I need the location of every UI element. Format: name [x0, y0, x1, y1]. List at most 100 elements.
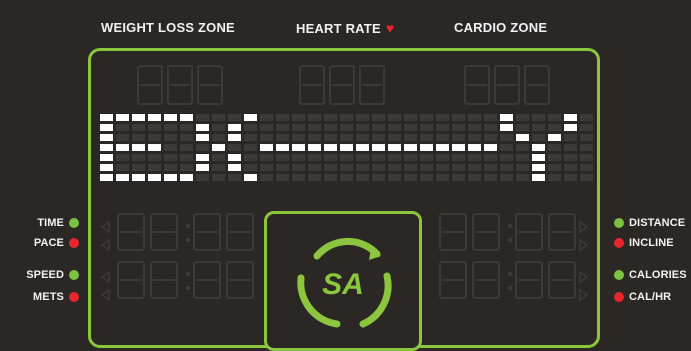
matrix-led-off: [228, 174, 241, 181]
matrix-led-off: [372, 164, 385, 171]
matrix-led-off: [324, 124, 337, 131]
incline-indicator: INCLINE: [614, 236, 674, 250]
matrix-led-off: [372, 174, 385, 181]
matrix-led-off: [372, 124, 385, 131]
matrix-led-off: [388, 154, 401, 161]
matrix-led-on: [548, 134, 561, 141]
speed-led-icon: [69, 270, 79, 280]
matrix-led-off: [212, 134, 225, 141]
matrix-led-on: [132, 114, 145, 121]
matrix-led-on: [132, 144, 145, 151]
matrix-led-off: [372, 134, 385, 141]
matrix-led-off: [580, 114, 593, 121]
matrix-led-off: [212, 174, 225, 181]
matrix-led-off: [548, 154, 561, 161]
matrix-led-off: [148, 134, 161, 141]
matrix-led-off: [420, 164, 433, 171]
calories-indicator: CALORIES: [614, 268, 687, 282]
matrix-led-off: [404, 164, 417, 171]
matrix-led-off: [260, 164, 273, 171]
matrix-led-off: [308, 164, 321, 171]
matrix-led-off: [548, 174, 561, 181]
right-arrow-icon: [579, 220, 589, 234]
matrix-led-off: [196, 174, 209, 181]
matrix-led-off: [388, 134, 401, 141]
matrix-led-off: [500, 144, 513, 151]
matrix-led-off: [500, 134, 513, 141]
matrix-led-off: [564, 154, 577, 161]
matrix-led-off: [468, 114, 481, 121]
matrix-led-off: [244, 154, 257, 161]
matrix-led-off: [564, 174, 577, 181]
matrix-led-off: [500, 154, 513, 161]
matrix-led-off: [148, 154, 161, 161]
matrix-led-off: [548, 114, 561, 121]
matrix-led-on: [148, 114, 161, 121]
matrix-led-off: [436, 164, 449, 171]
matrix-led-on: [116, 174, 129, 181]
brand-logo: SA: [297, 237, 392, 328]
matrix-led-on: [100, 124, 113, 131]
matrix-led-on: [452, 144, 465, 151]
matrix-led-on: [228, 164, 241, 171]
matrix-led-off: [116, 164, 129, 171]
distance-indicator: DISTANCE: [614, 216, 685, 230]
matrix-led-off: [132, 134, 145, 141]
matrix-led-off: [308, 154, 321, 161]
matrix-led-on: [292, 144, 305, 151]
matrix-led-off: [532, 124, 545, 131]
matrix-led-off: [260, 134, 273, 141]
matrix-led-off: [116, 154, 129, 161]
matrix-led-off: [324, 164, 337, 171]
matrix-led-off: [132, 124, 145, 131]
matrix-led-on: [532, 174, 545, 181]
matrix-led-on: [484, 144, 497, 151]
matrix-led-off: [276, 134, 289, 141]
pace-led-icon: [69, 238, 79, 248]
matrix-led-off: [164, 144, 177, 151]
matrix-led-off: [244, 134, 257, 141]
time-indicator: TIME: [37, 216, 79, 230]
matrix-led-off: [484, 114, 497, 121]
matrix-led-off: [516, 174, 529, 181]
time-led-icon: [69, 218, 79, 228]
matrix-led-off: [308, 114, 321, 121]
matrix-led-on: [404, 144, 417, 151]
matrix-led-off: [180, 124, 193, 131]
matrix-led-on: [228, 124, 241, 131]
matrix-led-on: [196, 124, 209, 131]
matrix-led-on: [564, 124, 577, 131]
matrix-led-off: [564, 134, 577, 141]
matrix-led-off: [404, 174, 417, 181]
right-arrow-icon: [579, 288, 589, 302]
matrix-led-off: [292, 164, 305, 171]
calhr-label: CAL/HR: [629, 291, 672, 303]
matrix-led-off: [292, 124, 305, 131]
matrix-led-off: [436, 174, 449, 181]
matrix-led-on: [148, 174, 161, 181]
matrix-led-off: [292, 134, 305, 141]
logo-text: SA: [322, 268, 364, 301]
matrix-led-on: [244, 174, 257, 181]
matrix-led-on: [532, 164, 545, 171]
matrix-led-off: [164, 154, 177, 161]
matrix-led-on: [100, 144, 113, 151]
matrix-led-off: [180, 144, 193, 151]
incline-led-icon: [614, 238, 624, 248]
matrix-led-off: [260, 124, 273, 131]
matrix-led-off: [340, 114, 353, 121]
matrix-led-off: [292, 154, 305, 161]
matrix-led-off: [324, 174, 337, 181]
matrix-led-on: [468, 144, 481, 151]
left-arrow-icon: [100, 220, 110, 234]
matrix-led-off: [276, 174, 289, 181]
matrix-led-off: [244, 124, 257, 131]
matrix-led-off: [340, 154, 353, 161]
matrix-led-off: [148, 164, 161, 171]
distance-led-icon: [614, 218, 624, 228]
matrix-led-off: [340, 164, 353, 171]
matrix-led-on: [564, 114, 577, 121]
matrix-led-on: [436, 144, 449, 151]
matrix-led-off: [212, 164, 225, 171]
matrix-led-off: [468, 154, 481, 161]
